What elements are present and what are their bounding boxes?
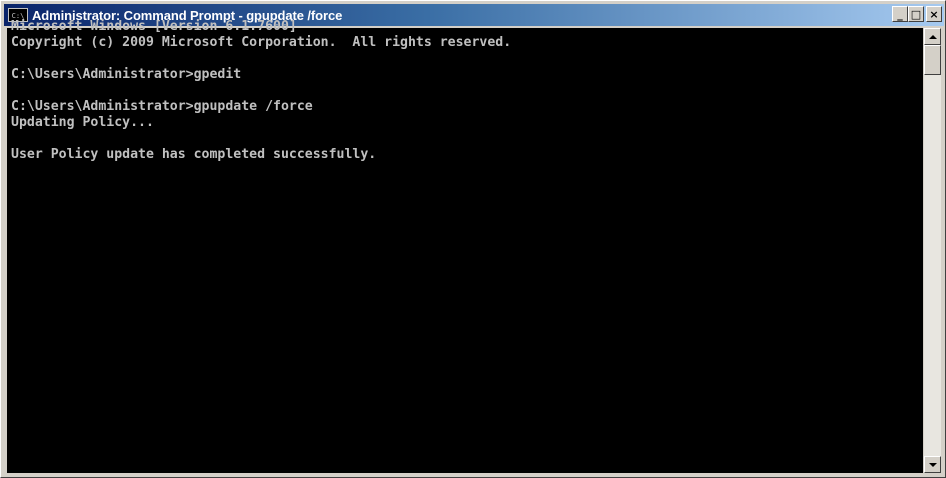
minimize-icon: _ [897,7,903,21]
console-output: Microsoft Windows [Version 6.1.7600] Cop… [11,19,511,163]
window-controls: _ □ × [892,6,942,22]
console-line: User Policy update has completed success… [11,147,377,162]
scrollbar-thumb[interactable] [924,45,941,75]
arrow-down-icon [928,462,937,467]
console-line: Copyright (c) 2009 Microsoft Corporation… [11,35,512,50]
close-button[interactable]: × [926,6,942,22]
maximize-button[interactable]: □ [908,6,924,22]
console-line: C:\Users\Administrator>gpedit [11,67,242,82]
scroll-up-button[interactable] [924,28,941,45]
vertical-scrollbar[interactable] [924,28,941,473]
scroll-down-button[interactable] [924,456,941,473]
minimize-button[interactable]: _ [892,6,908,22]
console-line: Microsoft Windows [Version 6.1.7600] [11,19,297,34]
arrow-up-icon [928,34,937,39]
close-icon: × [929,7,939,21]
maximize-icon: □ [910,7,922,21]
console-line: Updating Policy... [11,115,154,130]
command-prompt-window: C:\ Administrator: Command Prompt - gpup… [0,0,946,478]
console-line: C:\Users\Administrator>gpupdate /force [11,99,313,114]
